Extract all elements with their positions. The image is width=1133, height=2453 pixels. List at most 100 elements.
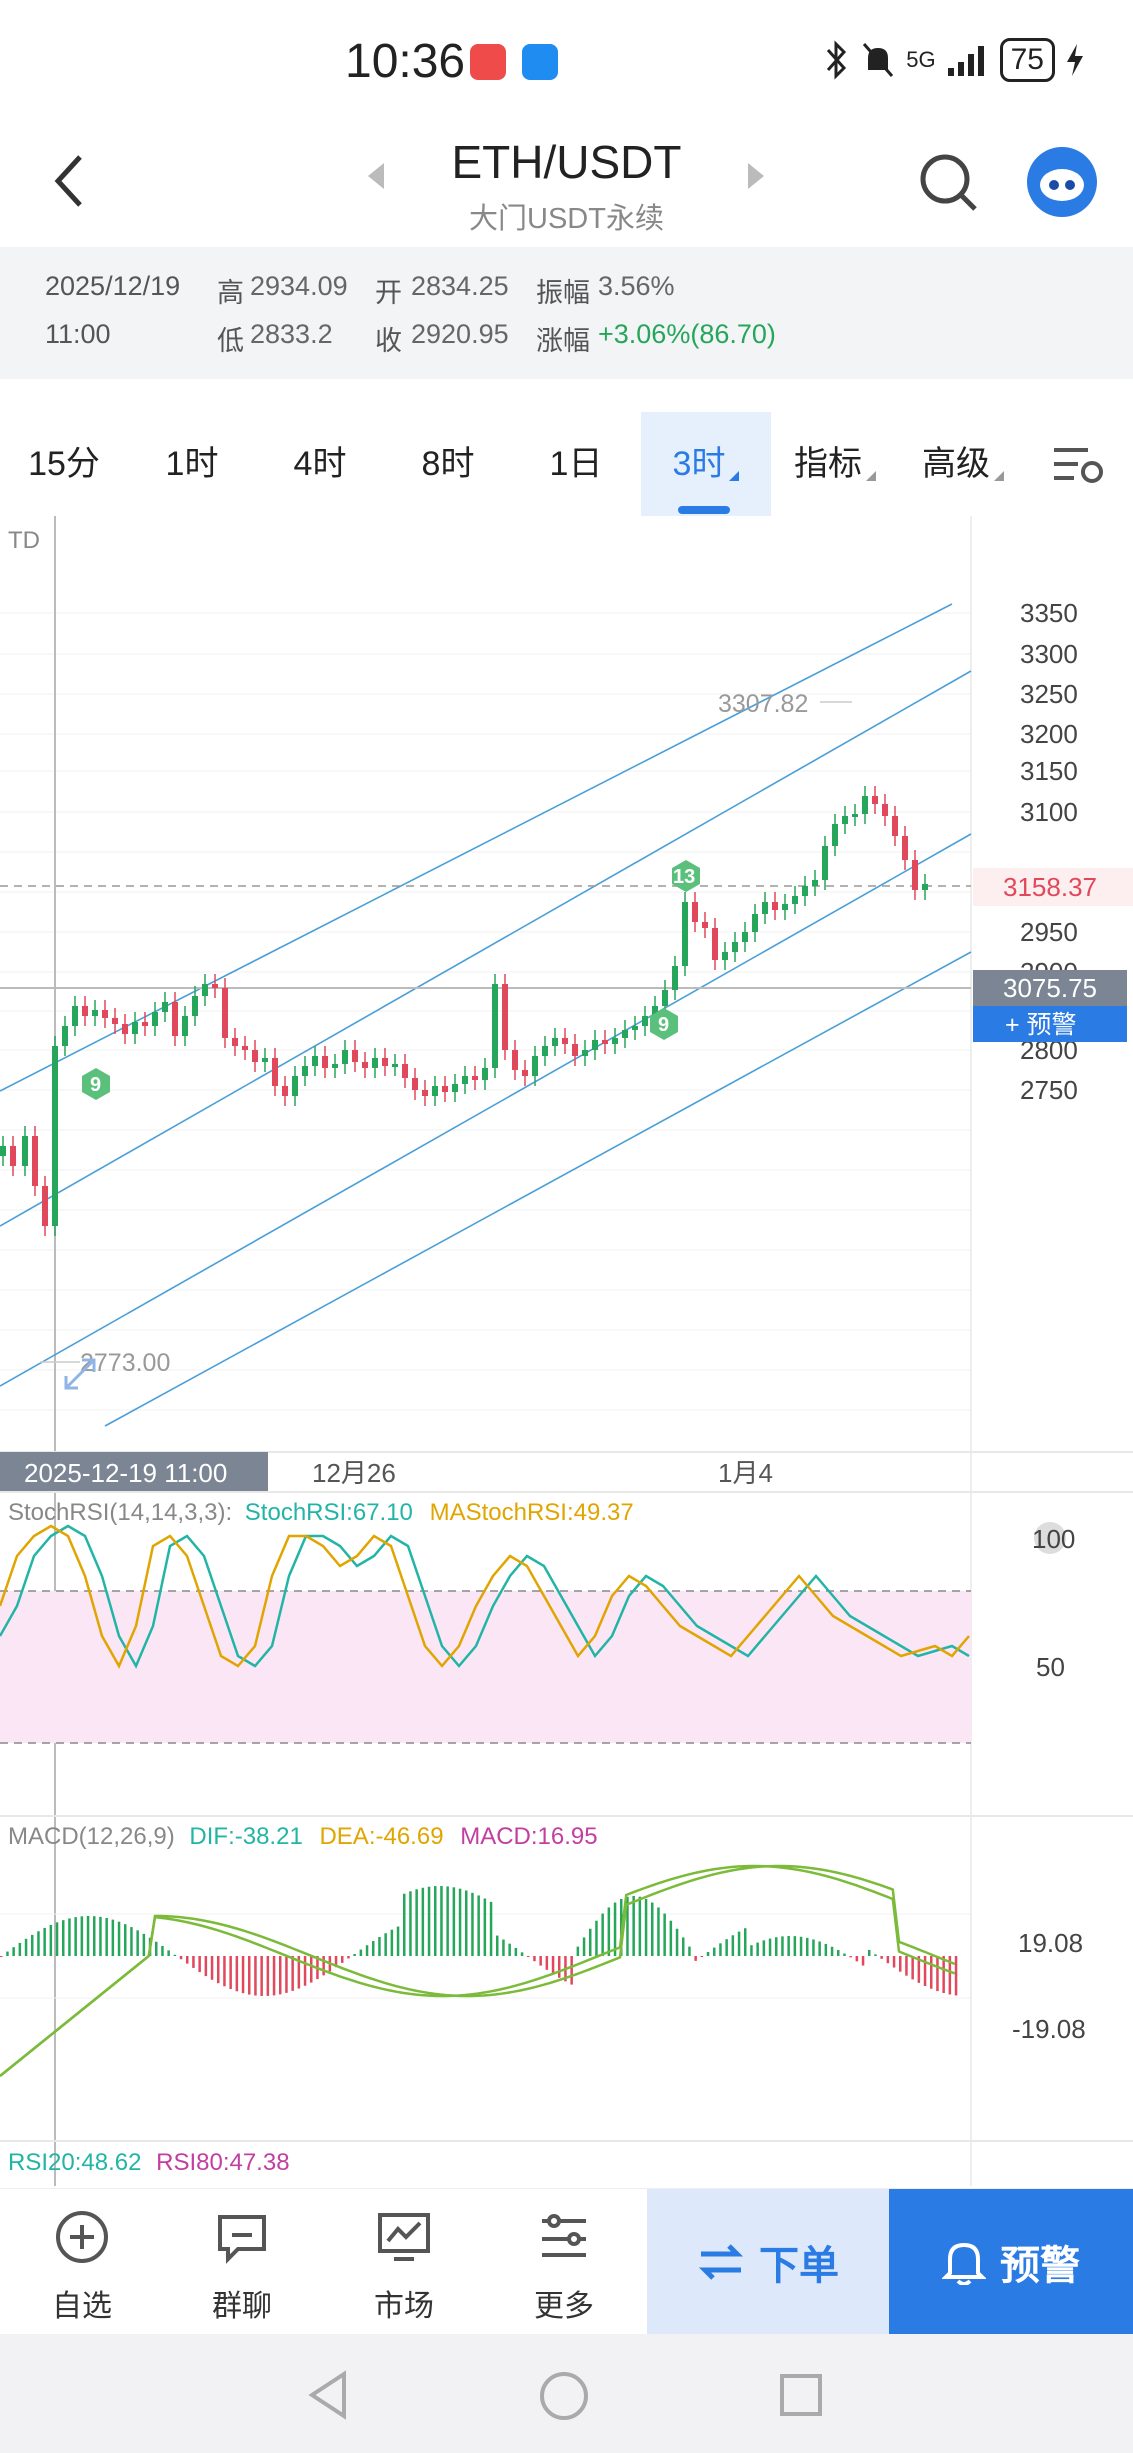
tab-4h[interactable]: 4时 bbox=[256, 412, 384, 516]
info-date: 2025/12/19 bbox=[45, 271, 181, 301]
market-button[interactable]: 市场 bbox=[334, 2189, 474, 2335]
x-tick-label: 1月4 bbox=[718, 1458, 773, 1488]
candle-body bbox=[102, 1010, 108, 1018]
macd-bar bbox=[167, 1950, 170, 1956]
macd-bar bbox=[235, 1956, 239, 1992]
robot-assistant-avatar[interactable] bbox=[1027, 147, 1097, 217]
more-button[interactable]: 更多 bbox=[494, 2189, 634, 2335]
active-tab-indicator bbox=[678, 506, 730, 514]
tab-1h[interactable]: 1时 bbox=[128, 412, 256, 516]
macd-bar bbox=[396, 1926, 400, 1956]
candle-body bbox=[452, 1084, 458, 1092]
group-chat-button[interactable]: 群聊 bbox=[172, 2189, 312, 2335]
chart-settings-icon[interactable] bbox=[1050, 442, 1106, 488]
td-label: 13 bbox=[673, 866, 695, 888]
next-pair-arrow-icon[interactable] bbox=[748, 163, 764, 189]
nav-back-icon[interactable] bbox=[306, 2370, 350, 2420]
macd-bar bbox=[595, 1920, 598, 1956]
macd-bar bbox=[241, 1956, 245, 1994]
macd-bar bbox=[458, 1888, 462, 1956]
macd-bar bbox=[824, 1943, 828, 1956]
macd-bar bbox=[285, 1956, 288, 1993]
candle-body bbox=[472, 1076, 478, 1080]
open-label: 开 bbox=[375, 278, 402, 308]
low-label: 低 bbox=[217, 326, 244, 356]
macd-bar bbox=[142, 1933, 146, 1956]
td-marker: 13 bbox=[672, 860, 700, 892]
nav-recents-icon[interactable] bbox=[778, 2372, 824, 2418]
macd-bar bbox=[378, 1937, 381, 1956]
stoch-legend: StochRSI(14,14,3,3): StochRSI:67.10 MASt… bbox=[8, 1499, 634, 1526]
bottom-toolbar: 自选 群聊 市场 更多 下单 预警 bbox=[0, 2188, 1133, 2335]
chart-canvas[interactable]: TD 3307.82 2773.00 9 9 13 33503300325032… bbox=[0, 516, 1133, 2186]
price-alert-label: 预警 bbox=[1000, 2244, 1080, 2288]
macd-bar bbox=[74, 1917, 77, 1956]
tab-1d[interactable]: 1日 bbox=[512, 412, 640, 516]
place-order-button[interactable]: 下单 bbox=[647, 2189, 889, 2335]
candle-body bbox=[32, 1136, 38, 1186]
macd-bar bbox=[527, 1956, 530, 1957]
y-tick-label: 2950 bbox=[1020, 917, 1078, 947]
macd-bar bbox=[576, 1946, 580, 1956]
macd-bar bbox=[558, 1956, 561, 1978]
market-chart-icon bbox=[378, 2213, 430, 2261]
add-watchlist-icon bbox=[56, 2211, 108, 2263]
td-label: 9 bbox=[90, 1074, 101, 1096]
macd-bar bbox=[173, 1954, 177, 1956]
candle-body bbox=[632, 1026, 638, 1030]
macd-bar bbox=[756, 1942, 759, 1956]
candle-body bbox=[412, 1078, 418, 1090]
tab-advanced[interactable]: 高级 bbox=[899, 412, 1027, 516]
macd-bar bbox=[874, 1954, 877, 1956]
macd-bar bbox=[818, 1941, 821, 1956]
search-icon[interactable] bbox=[917, 151, 979, 213]
charging-icon bbox=[1067, 44, 1083, 76]
candle-body bbox=[152, 1012, 158, 1026]
tab-8h[interactable]: 8时 bbox=[384, 412, 512, 516]
tab-15m[interactable]: 15分 bbox=[0, 412, 128, 516]
macd-bar bbox=[855, 1956, 859, 1962]
info-time: 11:00 bbox=[45, 319, 111, 349]
candle-body bbox=[322, 1056, 328, 1068]
kline-chart[interactable]: TD 3307.82 2773.00 9 9 13 3350 3300 3250 32… bbox=[0, 516, 1133, 2186]
candle-body bbox=[0, 1146, 6, 1156]
macd-bar bbox=[161, 1945, 164, 1956]
stoch-y-tick: 50 bbox=[1036, 1652, 1065, 1682]
watchlist-button[interactable]: 自选 bbox=[12, 2189, 152, 2335]
macd-bar bbox=[607, 1907, 611, 1956]
macd-bar bbox=[651, 1902, 654, 1956]
macd-bar bbox=[632, 1896, 635, 1956]
candle-body bbox=[602, 1040, 608, 1044]
rsi80-value: RSI80:47.38 bbox=[156, 2149, 289, 2176]
macd-bar bbox=[68, 1918, 71, 1956]
candle-body bbox=[492, 984, 498, 1068]
macd-bar bbox=[638, 1896, 642, 1956]
nav-home-icon[interactable] bbox=[538, 2370, 590, 2422]
candle-body bbox=[552, 1038, 558, 1046]
macd-bar bbox=[793, 1936, 797, 1956]
macd-bar bbox=[217, 1956, 220, 1984]
tab-3h-more[interactable]: 3时 bbox=[641, 412, 771, 516]
app-notification-icon bbox=[470, 44, 506, 80]
macd-bar bbox=[111, 1919, 115, 1956]
macd-bar bbox=[483, 1898, 487, 1956]
candle-body bbox=[572, 1044, 578, 1056]
macd-bar bbox=[725, 1939, 728, 1956]
tab-label: 3时 bbox=[672, 445, 726, 483]
macd-bar bbox=[229, 1956, 232, 1989]
candle-body bbox=[592, 1040, 598, 1050]
macd-bar bbox=[533, 1956, 536, 1962]
y-tick-label: 3300 bbox=[1020, 639, 1078, 669]
candle-body bbox=[682, 902, 688, 966]
candle-body bbox=[772, 902, 778, 910]
candle-body bbox=[562, 1038, 568, 1044]
candle-body bbox=[252, 1050, 258, 1062]
macd-bar bbox=[465, 1890, 468, 1956]
price-alert-button[interactable]: 预警 bbox=[889, 2189, 1133, 2335]
tab-indicators[interactable]: 指标 bbox=[771, 412, 899, 516]
macd-bar bbox=[55, 1922, 59, 1956]
crosshair-time: 2025-12-19 11:00 bbox=[24, 1458, 227, 1488]
macd-bar bbox=[192, 1956, 195, 1968]
macd-bar bbox=[905, 1956, 908, 1976]
y-tick-label: 2750 bbox=[1020, 1075, 1078, 1105]
